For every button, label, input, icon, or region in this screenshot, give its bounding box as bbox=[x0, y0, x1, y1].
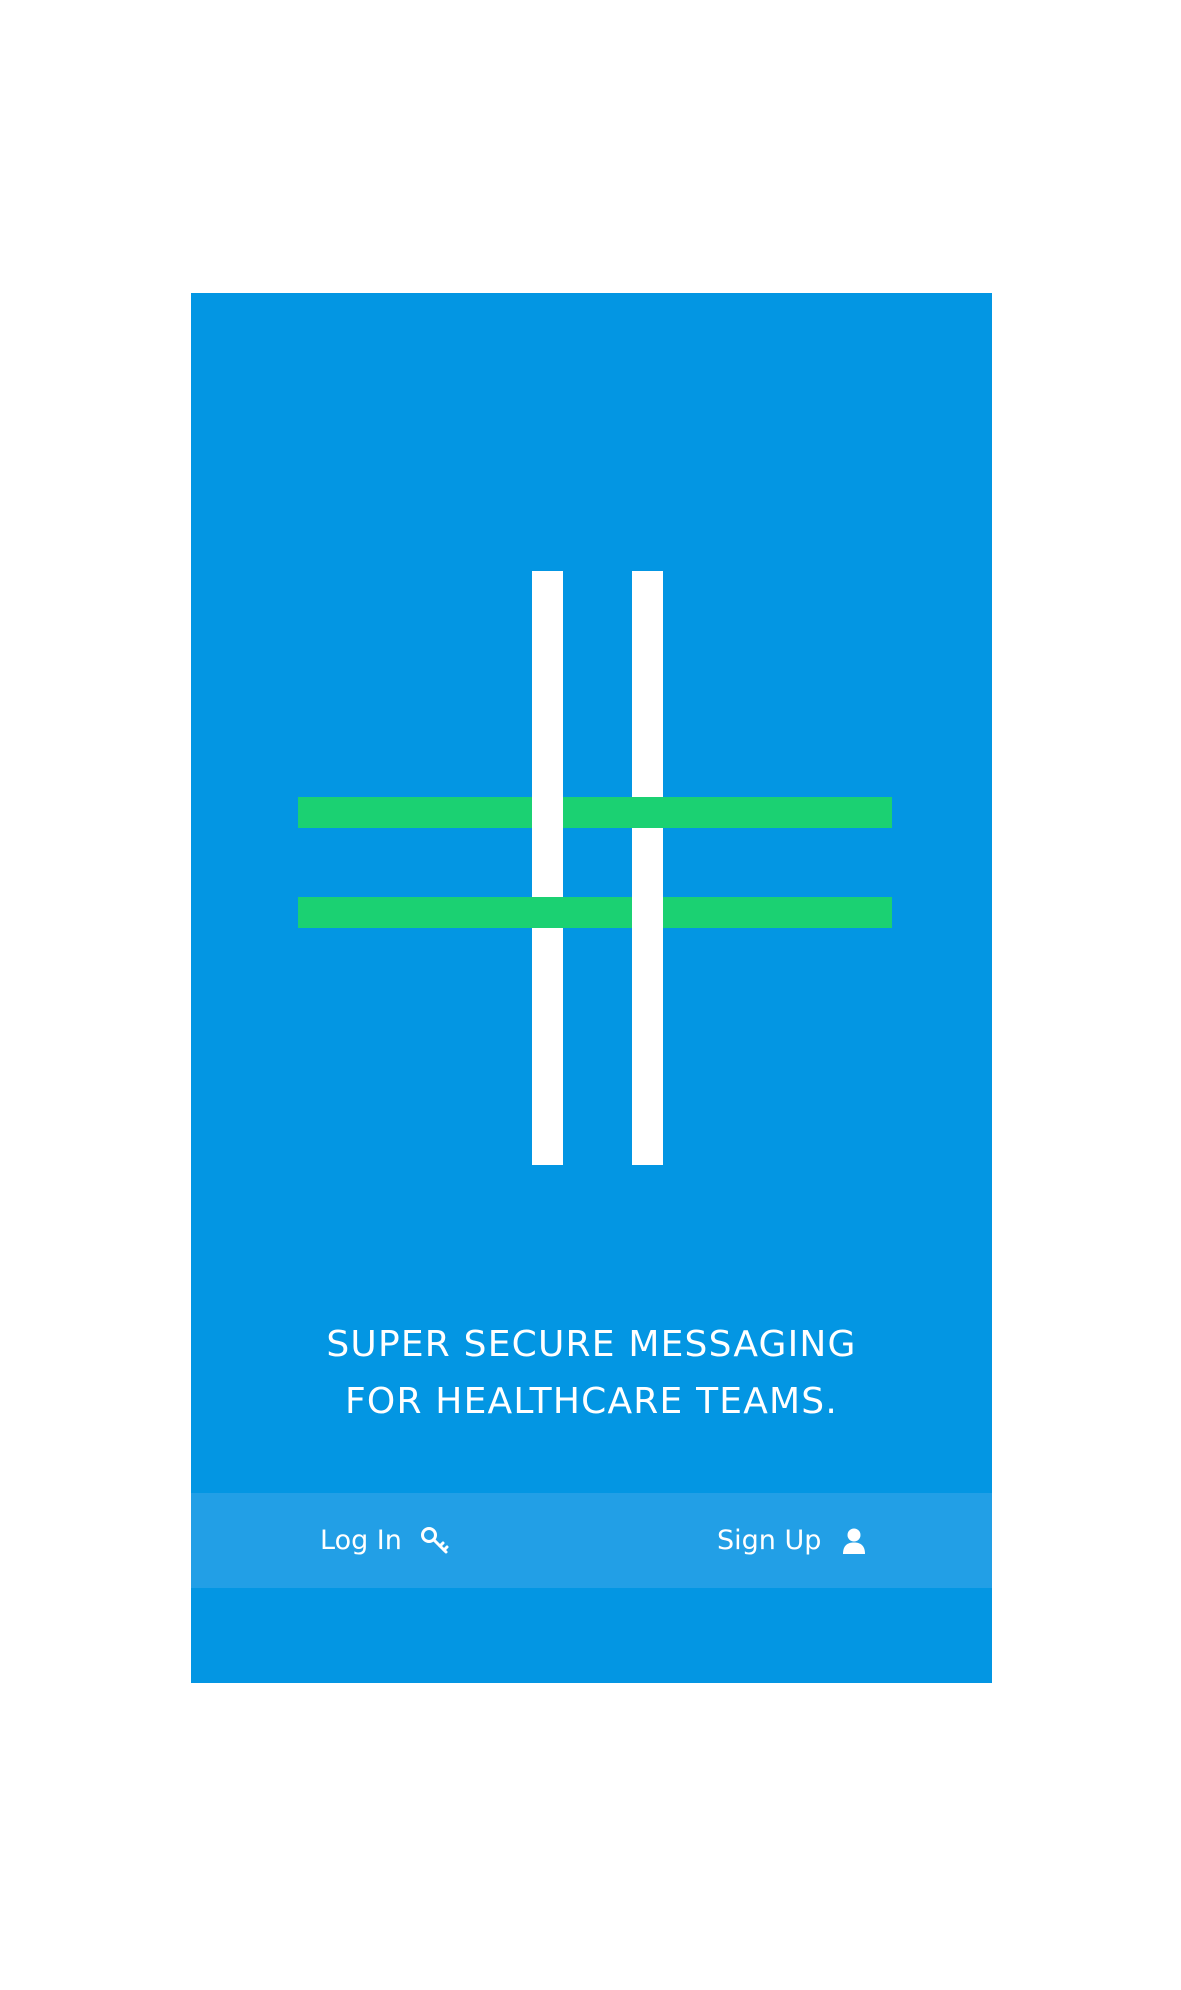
login-label: Log In bbox=[320, 1525, 402, 1556]
logo-horizontal-bar-top bbox=[298, 797, 892, 828]
tagline-line-2: FOR HEALTHCARE TEAMS. bbox=[345, 1381, 838, 1422]
key-icon bbox=[420, 1526, 449, 1553]
signup-button[interactable]: Sign Up bbox=[717, 1493, 869, 1588]
logo-vertical-bar-left bbox=[532, 571, 563, 1165]
signup-label: Sign Up bbox=[717, 1525, 822, 1556]
logo-weave-overlap bbox=[632, 797, 663, 828]
tagline-line-1: SUPER SECURE MESSAGING bbox=[326, 1324, 857, 1365]
user-icon bbox=[843, 1528, 866, 1554]
tagline: SUPER SECURE MESSAGING FOR HEALTHCARE TE… bbox=[191, 1316, 992, 1430]
logo-weave-overlap bbox=[532, 897, 563, 928]
auth-action-bar: Log In Sign Up bbox=[191, 1493, 992, 1588]
welcome-screen: SUPER SECURE MESSAGING FOR HEALTHCARE TE… bbox=[191, 293, 992, 1683]
login-button[interactable]: Log In bbox=[320, 1493, 450, 1588]
hashtag-logo bbox=[191, 293, 992, 1293]
logo-horizontal-bar-bottom bbox=[298, 897, 892, 928]
logo-vertical-bar-right bbox=[632, 571, 663, 1165]
